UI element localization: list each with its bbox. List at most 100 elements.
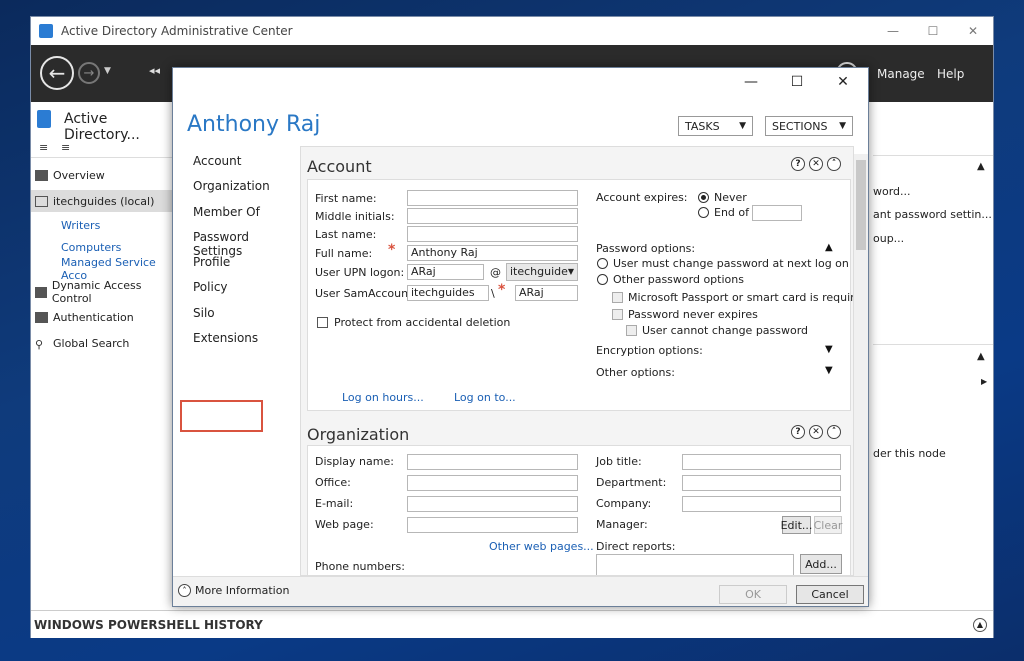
close-section-icon[interactable]: ✕ xyxy=(809,425,823,439)
section-account[interactable]: Account xyxy=(193,154,241,168)
help-icon[interactable]: ? xyxy=(791,425,805,439)
folder-icon xyxy=(35,286,47,298)
ok-button[interactable]: OK xyxy=(719,585,787,604)
company-field[interactable] xyxy=(682,496,841,512)
help-menu[interactable]: Help xyxy=(937,67,964,81)
passport-checkbox[interactable] xyxy=(612,292,623,303)
end-of-radio[interactable] xyxy=(698,207,709,218)
never-radio[interactable] xyxy=(698,192,709,203)
middle-initials-field[interactable] xyxy=(407,208,578,224)
tasks-dropdown[interactable]: TASKS ▼ xyxy=(678,116,753,136)
display-name-field[interactable] xyxy=(407,454,578,470)
company-label: Company: xyxy=(596,497,652,510)
email-field[interactable] xyxy=(407,496,578,512)
scrollbar-thumb[interactable] xyxy=(856,160,866,250)
required-asterisk-icon: * xyxy=(388,242,396,258)
history-dropdown-icon[interactable]: ▼ xyxy=(104,66,111,76)
dialog-maximize-button[interactable]: ☐ xyxy=(774,68,820,96)
log-on-to-link[interactable]: Log on to... xyxy=(454,391,516,404)
first-name-field[interactable] xyxy=(407,190,578,206)
dialog-close-button[interactable]: ✕ xyxy=(820,68,866,96)
search-icon: ⚲ xyxy=(35,337,44,351)
other-password-radio[interactable] xyxy=(597,274,608,285)
manage-menu[interactable]: Manage xyxy=(877,67,925,81)
nav-item-authentication[interactable]: Authentication xyxy=(31,306,173,328)
nav-item-writers[interactable]: Writers xyxy=(31,214,173,236)
nav-header[interactable]: Active Directory... xyxy=(64,111,172,143)
section-organization[interactable]: Organization xyxy=(193,179,270,193)
cancel-button[interactable]: Cancel xyxy=(796,585,864,604)
help-icon[interactable]: ? xyxy=(791,157,805,171)
nav-item-global-search[interactable]: ⚲ Global Search xyxy=(31,332,173,354)
powershell-history-bar[interactable]: WINDOWS POWERSHELL HISTORY ▲ xyxy=(31,610,993,638)
section-profile[interactable]: Profile xyxy=(193,255,230,269)
collapse-section-icon[interactable]: ˄ xyxy=(827,157,841,171)
manager-clear-button[interactable]: Clear xyxy=(814,516,842,534)
nav-item-domain[interactable]: itechguides (local) xyxy=(31,190,173,212)
back-icon[interactable]: ← xyxy=(40,56,74,90)
upn-field[interactable]: ARaj xyxy=(407,264,484,280)
list-view-icon[interactable]: ≡ xyxy=(39,141,48,154)
close-button[interactable]: ✕ xyxy=(953,17,993,45)
full-name-field[interactable]: Anthony Raj xyxy=(407,245,578,261)
direct-reports-list[interactable] xyxy=(596,554,794,575)
account-expires-label: Account expires: xyxy=(596,191,688,204)
section-silo[interactable]: Silo xyxy=(193,306,215,320)
close-section-icon[interactable]: ✕ xyxy=(809,157,823,171)
sam-field[interactable]: ARaj xyxy=(515,285,578,301)
must-change-label: User must change password at next log on xyxy=(613,257,849,270)
add-direct-report-button[interactable]: Add... xyxy=(800,554,842,574)
collapse-arrow-icon[interactable]: ▲ xyxy=(825,242,833,253)
tree-view-icon[interactable]: ≡ xyxy=(61,141,70,154)
other-web-pages-link[interactable]: Other web pages... xyxy=(489,540,594,553)
more-info-icon[interactable]: ˄ xyxy=(178,584,191,597)
must-change-radio[interactable] xyxy=(597,258,608,269)
office-field[interactable] xyxy=(407,475,578,491)
protect-checkbox[interactable] xyxy=(317,317,328,328)
nav-item-managed-service[interactable]: Managed Service Acco xyxy=(31,256,173,282)
manager-edit-button[interactable]: Edit... xyxy=(781,516,812,534)
passport-label: Microsoft Passport or smart card is requ… xyxy=(628,291,854,304)
collapse-icon[interactable]: ▲ xyxy=(977,351,985,362)
expand-arrow-icon[interactable]: ▼ xyxy=(825,344,833,355)
task-link[interactable]: word... xyxy=(873,185,911,198)
upn-label: User UPN logon: xyxy=(315,266,405,279)
expand-icon[interactable]: ▲ xyxy=(973,617,987,632)
forward-icon[interactable]: → xyxy=(78,62,100,84)
breadcrumb-back[interactable]: ◂◂ xyxy=(149,64,160,77)
nav-item-computers[interactable]: Computers xyxy=(31,236,173,258)
task-link[interactable]: oup... xyxy=(873,232,904,245)
never-expires-checkbox[interactable] xyxy=(612,309,623,320)
job-title-field[interactable] xyxy=(682,454,841,470)
expand-arrow-icon[interactable]: ▼ xyxy=(825,365,833,376)
nav-item-overview[interactable]: Overview xyxy=(31,164,173,186)
expand-arrow-icon[interactable]: ▶ xyxy=(981,377,987,386)
first-name-label: First name: xyxy=(315,192,377,205)
minimize-button[interactable]: — xyxy=(873,17,913,45)
more-information-link[interactable]: More Information xyxy=(195,584,289,597)
collapse-icon[interactable]: ▲ xyxy=(977,161,985,172)
department-field[interactable] xyxy=(682,475,841,491)
maximize-button[interactable]: ☐ xyxy=(913,17,953,45)
last-name-field[interactable] xyxy=(407,226,578,242)
user-properties-dialog: — ☐ ✕ Anthony Raj TASKS ▼ SECTIONS ▼ Accou… xyxy=(172,67,869,607)
web-page-field[interactable] xyxy=(407,517,578,533)
task-link[interactable]: der this node xyxy=(873,447,946,460)
sections-dropdown[interactable]: SECTIONS ▼ xyxy=(765,116,853,136)
nav-item-dynamic-access[interactable]: Dynamic Access Control xyxy=(31,279,173,305)
section-member-of[interactable]: Member Of xyxy=(193,205,260,219)
dialog-minimize-button[interactable]: — xyxy=(728,68,774,96)
cannot-change-checkbox[interactable] xyxy=(626,325,637,336)
section-extensions[interactable]: Extensions xyxy=(193,331,258,345)
user-name-heading: Anthony Raj xyxy=(187,112,321,137)
upn-domain-select[interactable]: itechguide ▼ xyxy=(506,263,578,281)
sam-domain-field[interactable]: itechguides xyxy=(407,285,489,301)
task-link[interactable]: ant password settin... xyxy=(873,208,992,221)
tasks-pane: ▲ word... ant password settin... oup... … xyxy=(873,155,993,607)
collapse-section-icon[interactable]: ˄ xyxy=(827,425,841,439)
log-on-hours-link[interactable]: Log on hours... xyxy=(342,391,424,404)
section-policy[interactable]: Policy xyxy=(193,280,228,294)
section-password-settings[interactable]: Password Settings xyxy=(193,230,299,258)
end-of-date-field[interactable] xyxy=(752,205,802,221)
content-area: Account ? ✕ ˄ First name: Middle initial… xyxy=(300,146,854,576)
